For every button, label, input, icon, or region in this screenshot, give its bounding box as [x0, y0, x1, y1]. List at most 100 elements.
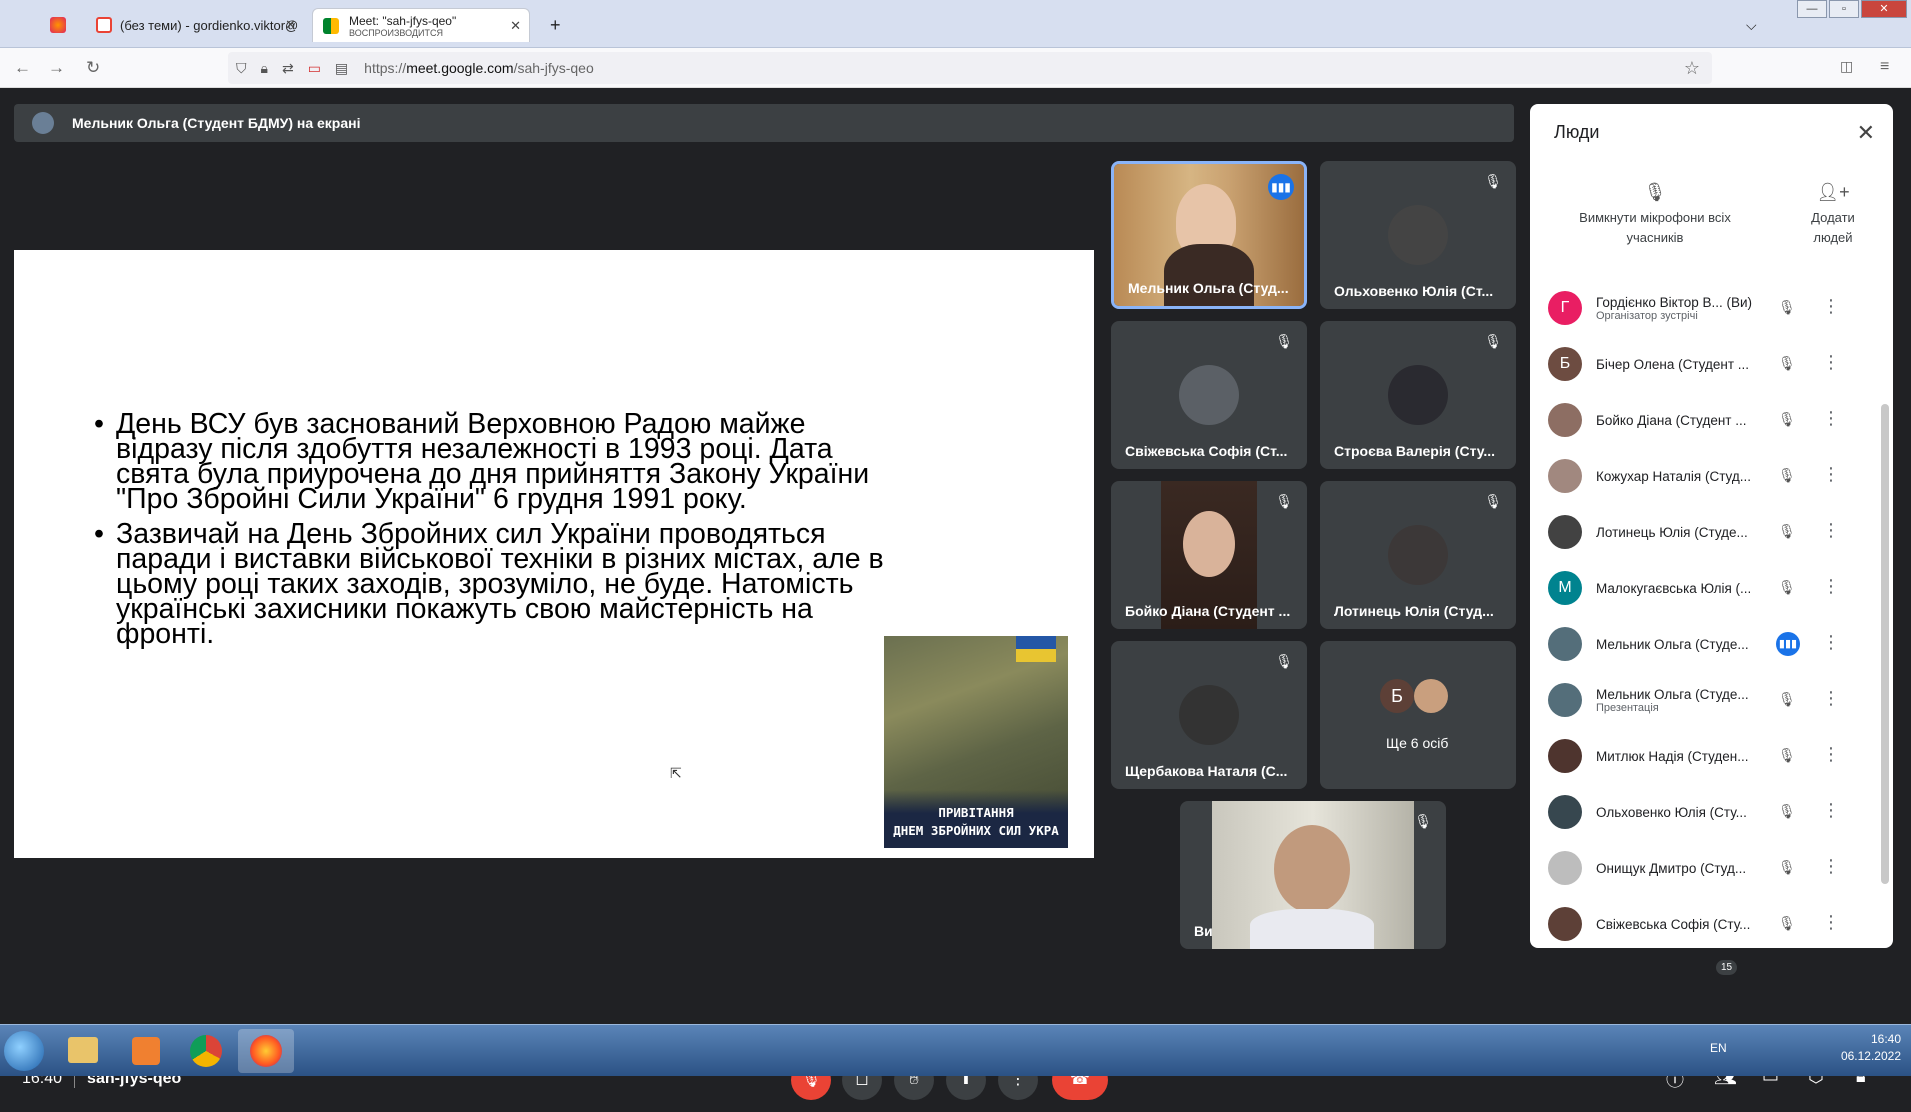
minimize-button[interactable]: — — [1797, 0, 1827, 18]
camera-sharing-icon[interactable]: ▭ — [308, 60, 321, 77]
close-tab-icon[interactable]: ✕ — [285, 17, 296, 33]
more-options-icon[interactable]: ⋮ — [1822, 296, 1840, 317]
mic-off-icon[interactable]: 🎙︎ — [1778, 579, 1796, 596]
more-options-icon[interactable]: ⋮ — [1822, 520, 1840, 541]
participant-list-item[interactable]: Лотинець Юлія (Студе... 🎙︎ ⋮ — [1530, 504, 1880, 560]
window-close-button[interactable]: ✕ — [1861, 0, 1907, 18]
participant-list-item[interactable]: Мельник Ольга (Студе... Презентація 🎙︎ ⋮ — [1530, 672, 1880, 728]
taskbar-pdf-app[interactable] — [118, 1029, 174, 1073]
mic-off-icon[interactable]: 🎙︎ — [1778, 299, 1796, 316]
tab-list-chevron-icon[interactable]: ⌵ — [1736, 8, 1767, 42]
participant-list-item[interactable]: Свіжевська Софія (Сту... 🎙︎ ⋮ — [1530, 896, 1880, 948]
participant-tile[interactable]: 🎙︎ Свіжевська Софія (Ст... — [1111, 321, 1307, 469]
self-label: Ви — [1194, 923, 1213, 939]
add-people-button[interactable]: 👤︎+ Додати людей — [1790, 182, 1876, 248]
tab-gmail[interactable]: (без теми) - gordienko.viktor@ ✕ — [86, 8, 304, 42]
system-clock[interactable]: 16:40 06.12.2022 — [1841, 1031, 1901, 1065]
participant-tile[interactable]: 🎙︎ Щербакова Наталя (С... — [1111, 641, 1307, 789]
mic-off-icon[interactable]: 🎙︎ — [1778, 915, 1796, 932]
shield-icon[interactable]: ⛉ — [236, 60, 247, 77]
pocket-icon[interactable]: ◫ — [1840, 58, 1853, 75]
avatar — [1548, 627, 1582, 661]
taskbar-chrome[interactable] — [178, 1029, 234, 1073]
new-tab-button[interactable]: + — [540, 8, 571, 42]
mic-off-icon[interactable]: 🎙︎ — [1778, 747, 1796, 764]
more-options-icon[interactable]: ⋮ — [1822, 464, 1840, 485]
mic-off-icon: 🎙︎ — [1484, 493, 1502, 509]
more-options-icon[interactable]: ⋮ — [1822, 352, 1840, 373]
participant-list-item[interactable]: М Малокугаєвська Юлія (... 🎙︎ ⋮ — [1530, 560, 1880, 616]
participant-list-item[interactable]: Мельник Ольга (Студе... ▮▮▮ ⋮ — [1530, 616, 1880, 672]
start-button[interactable] — [4, 1031, 44, 1071]
close-panel-icon[interactable]: ✕ — [1857, 120, 1875, 146]
close-tab-icon[interactable]: ✕ — [510, 18, 521, 34]
menu-icon[interactable]: ≡ — [1880, 58, 1889, 76]
more-options-icon[interactable]: ⋮ — [1822, 408, 1840, 429]
avatar — [1548, 403, 1582, 437]
mic-off-icon[interactable]: 🎙︎ — [1778, 691, 1796, 708]
more-options-icon[interactable]: ⋮ — [1822, 632, 1840, 653]
more-options-icon[interactable]: ⋮ — [1822, 912, 1840, 933]
windows-taskbar: EN 16:40 06.12.2022 — [0, 1024, 1911, 1076]
participant-entry: Гордієнко Віктор В... (Ви) Організатор зу… — [1596, 295, 1776, 322]
tab-meet-label: Meet: "sah-jfys-qeo" — [349, 13, 457, 28]
participant-role: Презентація — [1596, 701, 1659, 714]
firefox-menu-tab[interactable] — [40, 8, 80, 42]
mic-off-icon[interactable]: 🎙︎ — [1778, 467, 1796, 484]
presenting-label: Мельник Ольга (Студент БДМУ) на екрані — [72, 115, 361, 131]
participant-tile[interactable]: 🎙︎ Бойко Діана (Студент ... — [1111, 481, 1307, 629]
participants-count-badge: 15 — [1716, 960, 1738, 975]
participant-list-item[interactable]: Онищук Дмитро (Студ... 🎙︎ ⋮ — [1530, 840, 1880, 896]
participant-tile[interactable]: 🎙︎ Лотинець Юлія (Студ... — [1320, 481, 1516, 629]
mic-off-icon[interactable]: 🎙︎ — [1778, 803, 1796, 820]
address-bar[interactable]: ⛉ 🔒︎ ⇄ ▭ ▤ https://meet.google.com/sah-j… — [228, 52, 1712, 84]
mic-off-icon[interactable]: 🎙︎ — [1778, 859, 1796, 876]
mouse-cursor-icon: ⇱ — [670, 765, 682, 781]
maximize-button[interactable]: ▫ — [1829, 0, 1859, 18]
participant-list-item[interactable]: Кожухар Наталія (Студ... 🎙︎ ⋮ — [1530, 448, 1880, 504]
scrollbar[interactable] — [1881, 404, 1889, 884]
reload-icon[interactable]: ↻ — [86, 58, 100, 78]
participant-tile[interactable]: ▮▮▮ Мельник Ольга (Студ... — [1111, 161, 1307, 309]
participant-list-item[interactable]: Б Бічер Олена (Студент ... 🎙︎ ⋮ — [1530, 336, 1880, 392]
participant-name: Мельник Ольга (Студе... — [1596, 636, 1749, 652]
slide-bullet: Зазвичай на День Збройних сил України пр… — [94, 520, 894, 649]
mic-off-icon[interactable]: 🎙︎ — [1778, 411, 1796, 428]
forward-arrow-icon[interactable]: → — [48, 58, 65, 78]
participant-entry: Онищук Дмитро (Студ... — [1596, 861, 1776, 876]
more-options-icon[interactable]: ⋮ — [1822, 576, 1840, 597]
back-arrow-icon[interactable]: ← — [14, 58, 31, 78]
more-options-icon[interactable]: ⋮ — [1822, 688, 1840, 709]
more-options-icon[interactable]: ⋮ — [1822, 800, 1840, 821]
participant-name: Мельник Ольга (Студе... — [1596, 686, 1749, 702]
participant-list-item[interactable]: Ольховенко Юлія (Сту... 🎙︎ ⋮ — [1530, 784, 1880, 840]
url-text[interactable]: https://meet.google.com/sah-jfys-qeo — [364, 60, 594, 76]
mic-off-icon: 🎙︎ — [1414, 813, 1432, 829]
permissions-icon[interactable]: ⇄ — [282, 60, 294, 77]
bookmark-star-icon[interactable]: ☆ — [1684, 58, 1700, 79]
tab-meet[interactable]: Meet: "sah-jfys-qeo" ВОСПРОИЗВОДИТСЯ ✕ — [312, 8, 530, 42]
participant-tile[interactable]: 🎙︎ Ольховенко Юлія (Ст... — [1320, 161, 1516, 309]
self-view-tile[interactable]: 🎙︎ Ви — [1180, 801, 1446, 949]
participant-entry: Митлюк Надія (Студен... — [1596, 749, 1776, 764]
taskbar-explorer[interactable] — [56, 1029, 112, 1073]
participant-list-item[interactable]: Бойко Діана (Студент ... 🎙︎ ⋮ — [1530, 392, 1880, 448]
mic-off-icon[interactable]: 🎙︎ — [1778, 523, 1796, 540]
avatar: М — [1548, 571, 1582, 605]
mute-all-button[interactable]: 🎙︎ Вимкнути мікрофони всіх учасників — [1560, 182, 1750, 248]
keyboard-language[interactable]: EN — [1710, 1041, 1727, 1055]
lock-icon[interactable]: 🔒︎ — [261, 60, 268, 77]
speaking-indicator-icon[interactable]: ▮▮▮ — [1776, 632, 1800, 656]
taskbar-firefox[interactable] — [238, 1029, 294, 1073]
participant-entry: Ольховенко Юлія (Сту... — [1596, 805, 1776, 820]
more-participants-tile[interactable]: Б Ще 6 осіб — [1320, 641, 1516, 789]
more-options-icon[interactable]: ⋮ — [1822, 856, 1840, 877]
participant-list-item[interactable]: Г Гордієнко Віктор В... (Ви) Організатор з… — [1530, 280, 1880, 336]
more-options-icon[interactable]: ⋮ — [1822, 744, 1840, 765]
message-icon[interactable]: ▤ — [335, 60, 348, 77]
url-prefix: https:// — [364, 60, 407, 76]
mic-off-icon[interactable]: 🎙︎ — [1778, 355, 1796, 372]
participant-tile[interactable]: 🎙︎ Строєва Валерія (Сту... — [1320, 321, 1516, 469]
participant-list-item[interactable]: Митлюк Надія (Студен... 🎙︎ ⋮ — [1530, 728, 1880, 784]
firefox-icon — [50, 17, 66, 33]
